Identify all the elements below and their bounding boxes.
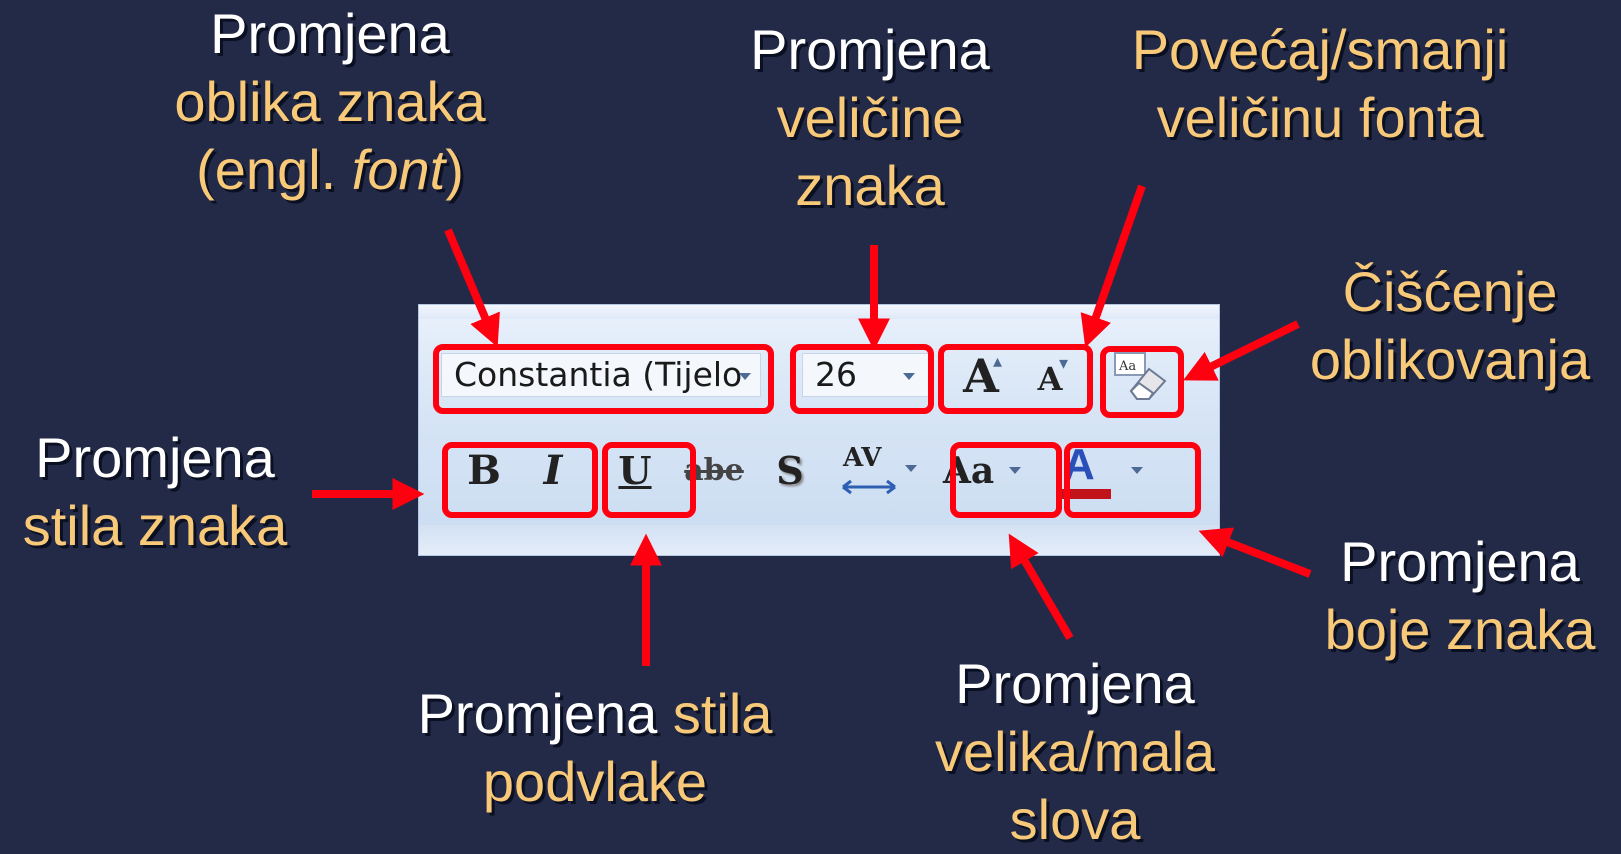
arrow-clear [1183,320,1300,381]
arrow-case [1008,533,1074,641]
annotation-arrows [312,184,1312,666]
arrow-grow-shrink [1080,184,1146,348]
arrow-color [1198,527,1312,578]
arrow-font [444,228,500,348]
